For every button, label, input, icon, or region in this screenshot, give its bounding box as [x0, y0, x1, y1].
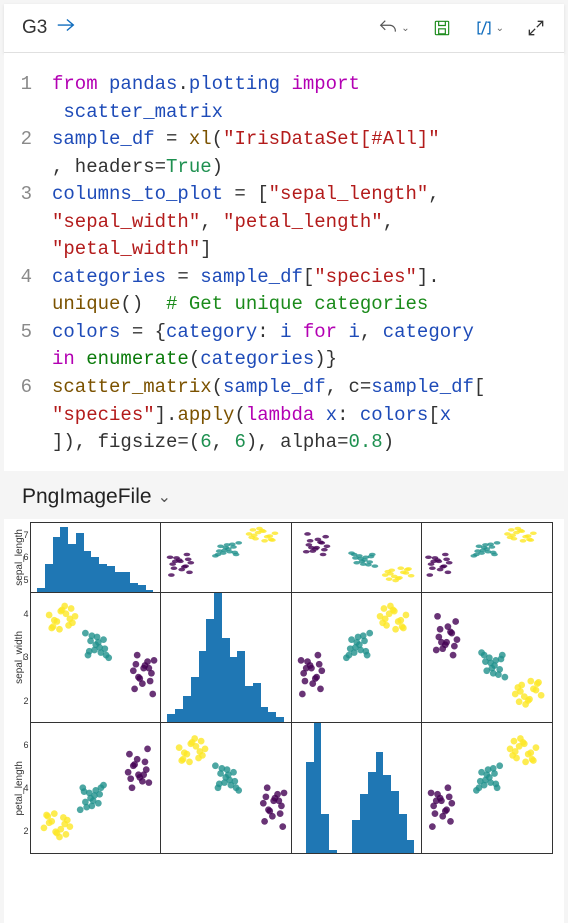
arrow-icon [55, 14, 77, 42]
code-line[interactable]: , headers=True) [52, 154, 556, 182]
cell-reference: G3 [22, 17, 47, 39]
code-line[interactable]: ]), figsize=(6, 6), alpha=0.8) [52, 429, 556, 457]
chevron-down-icon: ⌄ [496, 23, 504, 34]
histogram-bars [37, 523, 154, 592]
undo-button[interactable]: ⌄ [377, 17, 409, 39]
code-line[interactable]: scatter_matrix [52, 99, 556, 127]
reference-button[interactable]: ⌄ [474, 18, 504, 38]
line-number: 3 [12, 181, 52, 209]
histogram-cell: 765 [30, 522, 162, 593]
toolbar: G3 ⌄ ⌄ [4, 4, 564, 53]
scatter-cell [291, 522, 423, 593]
scatter-cell [291, 592, 423, 724]
y-ticks: 432 [14, 593, 29, 723]
y-ticks: 765 [14, 523, 29, 592]
code-line[interactable]: unique() # Get unique categories [52, 291, 556, 319]
line-number: 6 [12, 374, 52, 402]
line-number: 4 [12, 264, 52, 292]
code-line[interactable]: "sepal_width", "petal_length", [52, 209, 556, 237]
histogram-cell [291, 722, 423, 854]
histogram-cell [160, 592, 292, 724]
line-number: 5 [12, 319, 52, 347]
chevron-down-icon: ⌄ [401, 23, 409, 34]
output-chart: sepal_length765sepal_width432petal_lengt… [4, 519, 564, 923]
scatter-cell [160, 722, 292, 854]
code-line[interactable]: "species"].apply(lambda x: colors[x [52, 402, 556, 430]
scatter-cell: 642 [30, 722, 162, 854]
code-line[interactable]: columns_to_plot = ["sepal_length", [52, 181, 556, 209]
expand-button[interactable] [526, 18, 546, 38]
toolbar-actions: ⌄ ⌄ [377, 17, 546, 39]
code-editor[interactable]: 1from pandas.plotting import1 scatter_ma… [4, 53, 564, 471]
output-type-label[interactable]: PngImageFile ⌄ [0, 471, 568, 519]
code-line[interactable]: in enumerate(categories)} [52, 346, 556, 374]
scatter-cell [160, 522, 292, 593]
scatter-cell: 432 [30, 592, 162, 724]
code-line[interactable]: colors = {category: i for i, category [52, 319, 556, 347]
line-number: 2 [12, 126, 52, 154]
code-line[interactable]: "petal_width"] [52, 236, 556, 264]
scatter-cell [421, 592, 553, 724]
scatter-cell [421, 522, 553, 593]
scatter-cell [421, 722, 553, 854]
output-type-text: PngImageFile [22, 485, 152, 509]
save-button[interactable] [432, 18, 452, 38]
histogram-bars [298, 723, 415, 853]
line-number: 1 [12, 71, 52, 99]
histogram-bars [167, 593, 284, 723]
chevron-down-icon: ⌄ [158, 487, 171, 507]
code-line[interactable]: from pandas.plotting import [52, 71, 556, 99]
code-line[interactable]: categories = sample_df["species"]. [52, 264, 556, 292]
code-line[interactable]: scatter_matrix(sample_df, c=sample_df[ [52, 374, 556, 402]
y-ticks: 642 [14, 723, 29, 853]
code-line[interactable]: sample_df = xl("IrisDataSet[#All]" [52, 126, 556, 154]
